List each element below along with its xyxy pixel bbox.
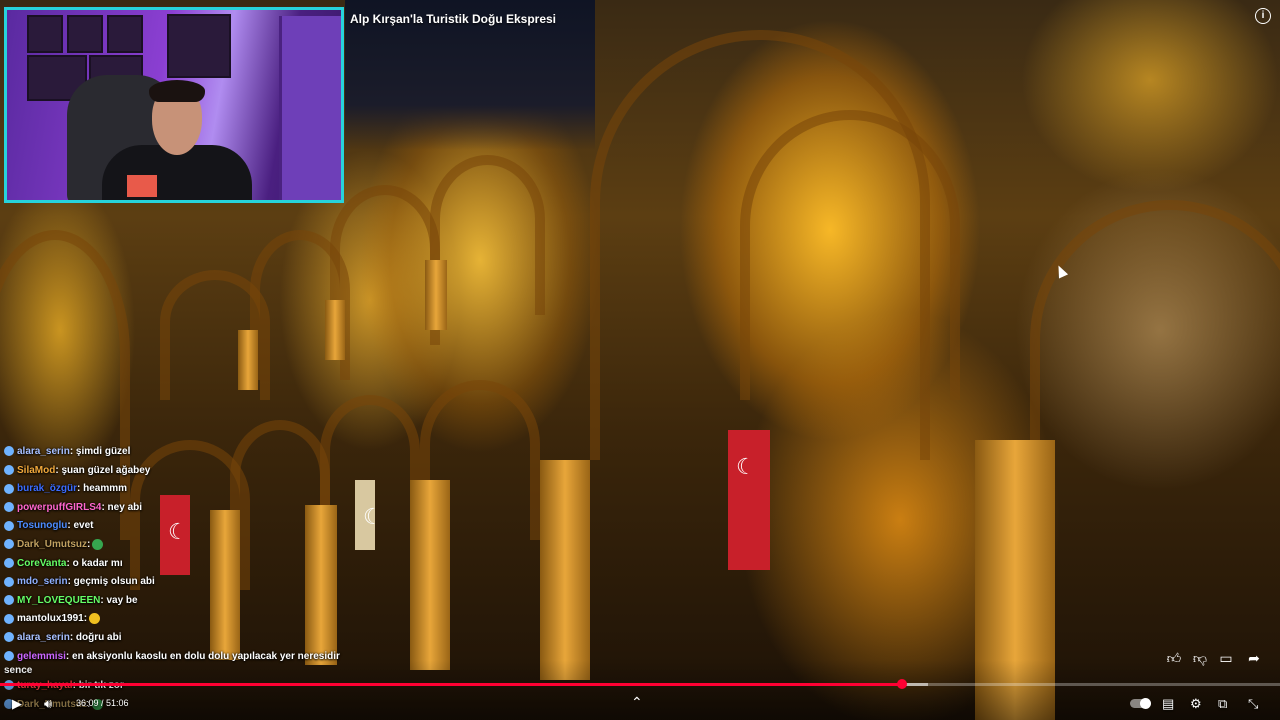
chat-badge-icon <box>4 539 14 550</box>
chat-badge-icon <box>4 595 14 606</box>
pillar <box>410 480 450 670</box>
chat-badge-icon <box>4 632 14 643</box>
chat-text: : <box>87 538 91 550</box>
comment-icon[interactable]: ▭ <box>1218 650 1234 666</box>
chat-username[interactable]: CoreVanta <box>17 558 66 569</box>
chat-message: alara_serin: doğru abi <box>4 630 349 649</box>
arch <box>430 155 545 315</box>
chat-message: SilaMod: şuan güzel ağabey <box>4 463 349 482</box>
play-icon[interactable]: ▶ <box>12 697 22 711</box>
chat-badge-icon <box>4 483 14 494</box>
chat-message: mdo_serin: geçmiş olsun abi <box>4 574 349 593</box>
streamer-webcam <box>4 7 344 203</box>
time-display: 36:09 / 51:06 <box>76 698 129 708</box>
chat-badge-icon <box>4 613 14 624</box>
progress-played <box>0 683 903 686</box>
chat-username[interactable]: mantolux1991 <box>17 613 84 624</box>
chat-text: : heammm <box>77 483 128 495</box>
share-icon[interactable]: ➦ <box>1246 650 1262 666</box>
chat-username[interactable]: Dark_Umutsuz <box>17 539 87 550</box>
chat-message: Dark_Umutsuz: <box>4 537 349 556</box>
chat-username[interactable]: alara_serin <box>17 632 70 643</box>
chat-text: : evet <box>67 520 94 532</box>
chat-message: MY_LOVEQUEEN: vay be <box>4 593 349 612</box>
emote-icon <box>92 538 104 550</box>
wall-poster <box>67 15 103 53</box>
chat-message: Tosunoglu: evet <box>4 518 349 537</box>
thumbs-down-icon[interactable]: 👎︎ <box>1192 650 1208 666</box>
fullscreen-icon[interactable]: ⤡ <box>1248 697 1258 711</box>
streamer-hair <box>149 80 205 102</box>
door <box>279 16 341 200</box>
gear-icon[interactable]: ⚙ <box>1190 697 1202 711</box>
chat-text: : geçmiş olsun abi <box>67 576 155 588</box>
chat-message: alara_serin: şimdi güzel <box>4 444 349 463</box>
emote-icon <box>89 613 101 625</box>
chat-text: : ney abi <box>101 501 143 513</box>
chat-username[interactable]: SilaMod <box>17 465 55 476</box>
video-title[interactable]: Alp Kırşan'la Turistik Doğu Ekspresi <box>350 12 556 26</box>
chat-text: : vay be <box>100 594 138 606</box>
progress-bar[interactable] <box>0 679 1280 689</box>
arch <box>1030 200 1280 550</box>
chat-text: : şimdi güzel <box>69 446 131 457</box>
thumbs-up-icon[interactable]: 👍︎ <box>1166 650 1182 666</box>
chat-text: : <box>83 613 88 625</box>
chat-badge-icon <box>4 502 14 513</box>
shirt-logo <box>127 175 157 197</box>
chat-badge-icon <box>4 557 14 568</box>
chat-username[interactable]: Tosunoglu <box>17 520 67 531</box>
wall-poster <box>107 15 143 53</box>
chat-text: : doğru abi <box>69 631 122 643</box>
turkish-flag <box>728 430 770 570</box>
chat-message: powerpuffGIRLS4: ney abi <box>4 500 349 519</box>
cast-icon[interactable]: ⧉ <box>1218 697 1227 711</box>
arch <box>330 185 440 345</box>
chat-username[interactable]: alara_serin <box>17 446 70 457</box>
chat-badge-icon <box>4 464 14 475</box>
chat-username[interactable]: burak_özgür <box>17 483 77 494</box>
chat-message: mantolux1991: <box>4 611 349 630</box>
chevron-up-icon[interactable]: ⌃ <box>631 694 643 711</box>
arch <box>740 110 960 400</box>
action-buttons: 👍︎ 👎︎ ▭ ➦ <box>1166 650 1276 672</box>
pillar <box>425 260 447 330</box>
chat-badge-icon <box>4 520 14 531</box>
pillar <box>325 300 345 360</box>
autoplay-toggle[interactable] <box>1130 698 1151 709</box>
chat-message: CoreVanta: o kadar mı <box>4 556 349 575</box>
chat-username[interactable]: MY_LOVEQUEEN <box>17 595 100 606</box>
wall-shelf <box>167 14 231 78</box>
pillar <box>238 330 258 390</box>
chat-badge-icon <box>4 446 14 457</box>
info-icon[interactable]: i <box>1255 8 1271 24</box>
chat-badge-icon <box>4 576 14 587</box>
chat-username[interactable]: powerpuffGIRLS4 <box>17 502 101 513</box>
chat-username[interactable]: mdo_serin <box>17 576 68 587</box>
volume-icon[interactable]: 🔊︎ <box>44 697 52 711</box>
wall-poster <box>27 15 63 53</box>
chat-message: burak_özgür: heammm <box>4 481 349 500</box>
subtitles-icon[interactable]: ▤ <box>1162 697 1174 711</box>
controls-gradient <box>0 660 1280 720</box>
chat-text: : o kadar mı <box>66 557 123 569</box>
banner <box>355 480 383 550</box>
pillar <box>540 460 590 680</box>
chat-text: : şuan güzel ağabey <box>55 464 151 476</box>
